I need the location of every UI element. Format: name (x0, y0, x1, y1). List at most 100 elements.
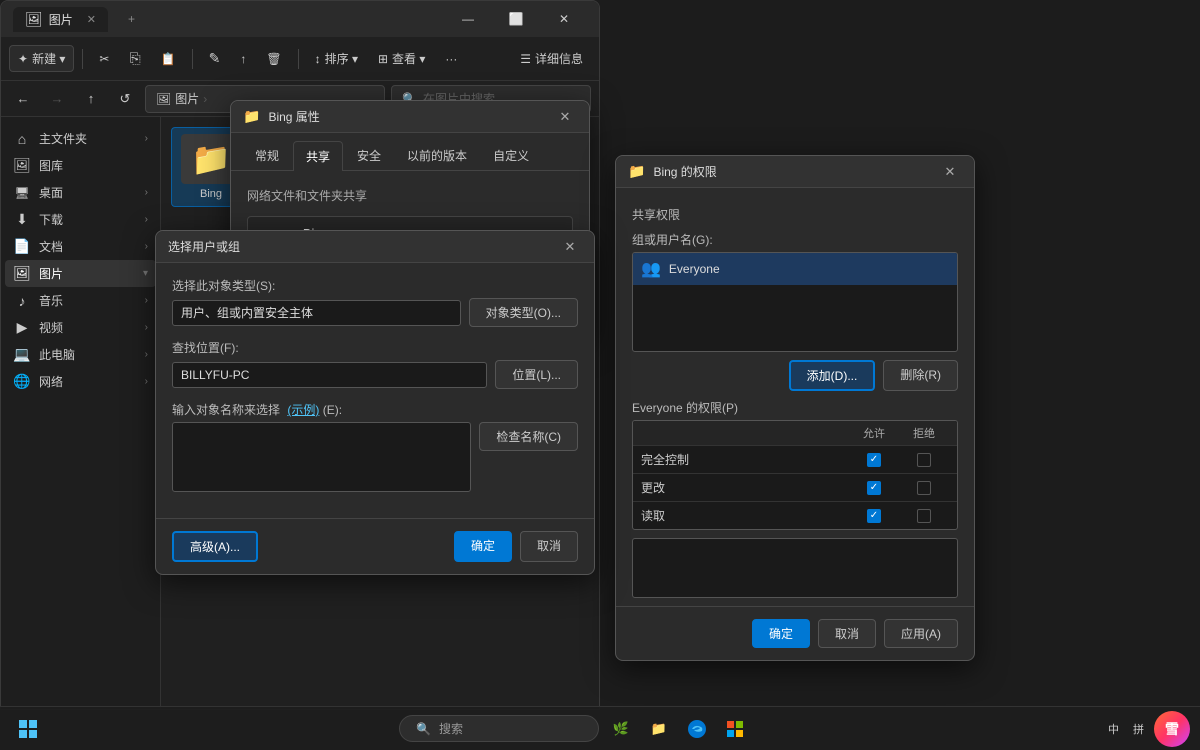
select-user-close[interactable]: ✕ (558, 235, 582, 259)
sidebar-item-home[interactable]: ⌂ 主文件夹 › (5, 125, 156, 152)
up-button[interactable]: ↑ (77, 85, 105, 113)
sidebar-item-gallery[interactable]: 🖼 图库 (5, 152, 156, 179)
window-controls: — ⬜ ✕ (445, 3, 587, 35)
perms-row-name: 更改 (641, 479, 849, 496)
select-user-footer-right: 确定 取消 (454, 531, 578, 562)
perms-row-fullcontrol: 完全控制 (633, 445, 957, 473)
rename-button[interactable]: ✎ (201, 46, 229, 71)
new-tab-btn[interactable]: + (116, 8, 147, 30)
location-button[interactable]: 位置(L)... (495, 360, 578, 389)
share-button[interactable]: ↑ (232, 48, 254, 70)
bing-props-close[interactable]: ✕ (553, 105, 577, 129)
paste-button[interactable]: 📋 (153, 48, 184, 70)
deny-read-checkbox[interactable] (917, 509, 931, 523)
perms-share-label: 共享权限 (632, 206, 958, 223)
taskbar: 🔍 搜索 🌿 📁 中 拼 雪 (0, 706, 1200, 750)
perms-cancel-button[interactable]: 取消 (818, 619, 876, 648)
start-button[interactable] (10, 711, 46, 747)
maximize-button[interactable]: ⬜ (493, 3, 539, 35)
details-button[interactable]: ☰ 详细信息 (512, 46, 591, 71)
bing-props-title-left: 📁 Bing 属性 (243, 108, 320, 125)
home-icon: ⌂ (13, 131, 31, 147)
location-value: BILLYFU-PC (181, 368, 249, 382)
close-button[interactable]: ✕ (541, 3, 587, 35)
enter-name-textarea[interactable] (172, 422, 471, 492)
perms-apply-button[interactable]: 应用(A) (884, 619, 958, 648)
taskbar-search[interactable]: 🔍 搜索 (399, 715, 599, 742)
copy-icon: ⎘ (129, 50, 140, 67)
thispc-icon: 💻 (13, 346, 31, 363)
view-button[interactable]: ⊞ 查看 ▾ (370, 46, 433, 71)
sidebar-item-thispc[interactable]: 💻 此电脑 › (5, 341, 156, 368)
check-names-button[interactable]: 检查名称(C) (479, 422, 578, 451)
sidebar-item-network[interactable]: 🌐 网络 › (5, 368, 156, 395)
select-user-cancel-button[interactable]: 取消 (520, 531, 578, 562)
perms-allow-read[interactable] (849, 509, 899, 523)
props-tab-custom[interactable]: 自定义 (481, 141, 541, 170)
props-tab-general[interactable]: 常规 (243, 141, 291, 170)
back-button[interactable]: ← (9, 85, 37, 113)
allow-fullcontrol-checkbox[interactable] (867, 453, 881, 467)
cut-button[interactable]: ✂ (91, 48, 117, 70)
videos-icon: ▶ (13, 319, 31, 336)
select-user-dialog: 选择用户或组 ✕ 选择此对象类型(S): 用户、组或内置安全主体 对象类型(O)… (155, 230, 595, 575)
sidebar-item-documents[interactable]: 📄 文档 › (5, 233, 156, 260)
object-type-button[interactable]: 对象类型(O)... (469, 298, 578, 327)
select-user-ok-button[interactable]: 确定 (454, 531, 512, 562)
perms-ok-button[interactable]: 确定 (752, 619, 810, 648)
sidebar-item-label: 主文件夹 (39, 130, 87, 147)
perms-remove-button[interactable]: 删除(R) (883, 360, 958, 391)
perms-deny-read[interactable] (899, 509, 949, 523)
taskbar-store-icon[interactable] (719, 713, 751, 745)
perms-deny-modify[interactable] (899, 481, 949, 495)
taskbar-nature-icon[interactable]: 🌿 (605, 713, 637, 745)
perms-close[interactable]: ✕ (938, 160, 962, 184)
object-type-label: 选择此对象类型(S): (172, 277, 578, 294)
delete-icon: 🗑 (266, 52, 281, 66)
refresh-button[interactable]: ↺ (111, 85, 139, 113)
perms-add-button[interactable]: 添加(D)... (789, 360, 876, 391)
allow-read-checkbox[interactable] (867, 509, 881, 523)
sidebar-item-pictures[interactable]: 🖼 图片 ▾ (5, 260, 156, 287)
sidebar-item-music[interactable]: ♪ 音乐 › (5, 287, 156, 314)
explorer-tab-pictures[interactable]: 🖼 图片 ✕ (13, 7, 108, 32)
copy-button[interactable]: ⎘ (121, 46, 148, 71)
perms-title-icon: 📁 (628, 163, 645, 180)
sidebar-item-desktop[interactable]: 🖥 桌面 › (5, 179, 156, 206)
sidebar-item-videos[interactable]: ▶ 视频 › (5, 314, 156, 341)
enter-example-link[interactable]: (示例) (287, 403, 319, 417)
perms-title-left: 📁 Bing 的权限 (628, 163, 717, 180)
props-tab-previous[interactable]: 以前的版本 (395, 141, 479, 170)
minimize-button[interactable]: — (445, 3, 491, 35)
sidebar-item-downloads[interactable]: ⬇ 下载 › (5, 206, 156, 233)
sort-button[interactable]: ↕ 排序 ▾ (307, 46, 366, 71)
deny-modify-checkbox[interactable] (917, 481, 931, 495)
explorer-titlebar: 🖼 图片 ✕ + — ⬜ ✕ (1, 1, 599, 37)
taskbar-lang-pin[interactable]: 拼 (1129, 719, 1148, 739)
path-label: 图片 (175, 90, 199, 107)
perms-user-everyone[interactable]: 👥 Everyone (633, 253, 957, 285)
taskbar-search-placeholder: 搜索 (439, 720, 463, 737)
perms-allow-fullcontrol[interactable] (849, 453, 899, 467)
props-tab-share[interactable]: 共享 (293, 141, 343, 171)
perms-action-row: 添加(D)... 删除(R) (632, 360, 958, 391)
perms-deny-fullcontrol[interactable] (899, 453, 949, 467)
perms-allow-modify[interactable] (849, 481, 899, 495)
new-icon: ✦ (18, 52, 28, 66)
taskbar-edge-icon[interactable] (681, 713, 713, 745)
new-button[interactable]: ✦ ✦ 新建 新建 ▾ (9, 45, 74, 72)
tab-close-icon[interactable]: ✕ (87, 13, 96, 26)
gallery-icon: 🖼 (13, 157, 31, 174)
allow-modify-checkbox[interactable] (867, 481, 881, 495)
forward-button[interactable]: → (43, 85, 71, 113)
taskbar-lang-zh[interactable]: 中 (1104, 719, 1123, 739)
props-tab-security[interactable]: 安全 (345, 141, 393, 170)
expand-icon: › (145, 295, 148, 306)
deny-fullcontrol-checkbox[interactable] (917, 453, 931, 467)
sidebar-item-label: 桌面 (39, 184, 63, 201)
rename-icon: ✎ (209, 50, 221, 67)
more-button[interactable]: ··· (437, 48, 465, 70)
taskbar-folder-icon[interactable]: 📁 (643, 713, 675, 745)
advanced-button[interactable]: 高级(A)... (172, 531, 258, 562)
delete-button[interactable]: 🗑 (258, 48, 289, 70)
